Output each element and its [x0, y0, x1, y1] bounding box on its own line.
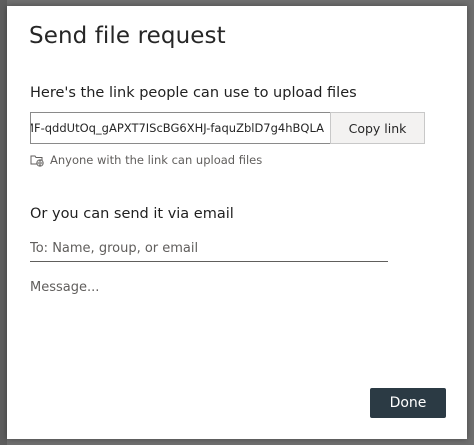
message-input[interactable] — [30, 280, 440, 370]
permission-note: Anyone with the link can upload files — [30, 152, 262, 168]
email-heading: Or you can send it via email — [30, 206, 234, 222]
link-field[interactable]: AI2UjQ.../Ei6MF-qddUtOq_gAPXT7IScBG6XHJ-… — [30, 112, 330, 144]
send-file-request-dialog: Send file request Here's the link people… — [7, 6, 467, 439]
background-overlay — [0, 0, 7, 445]
link-row: AI2UjQ.../Ei6MF-qddUtOq_gAPXT7IScBG6XHJ-… — [30, 112, 425, 144]
link-heading: Here's the link people can use to upload… — [30, 85, 357, 101]
copy-link-button[interactable]: Copy link — [330, 112, 425, 144]
folder-globe-icon — [30, 155, 44, 167]
recipient-input[interactable] — [30, 236, 388, 262]
done-button[interactable]: Done — [370, 388, 446, 418]
permission-text: Anyone with the link can upload files — [50, 153, 263, 167]
dialog-title: Send file request — [29, 23, 226, 49]
